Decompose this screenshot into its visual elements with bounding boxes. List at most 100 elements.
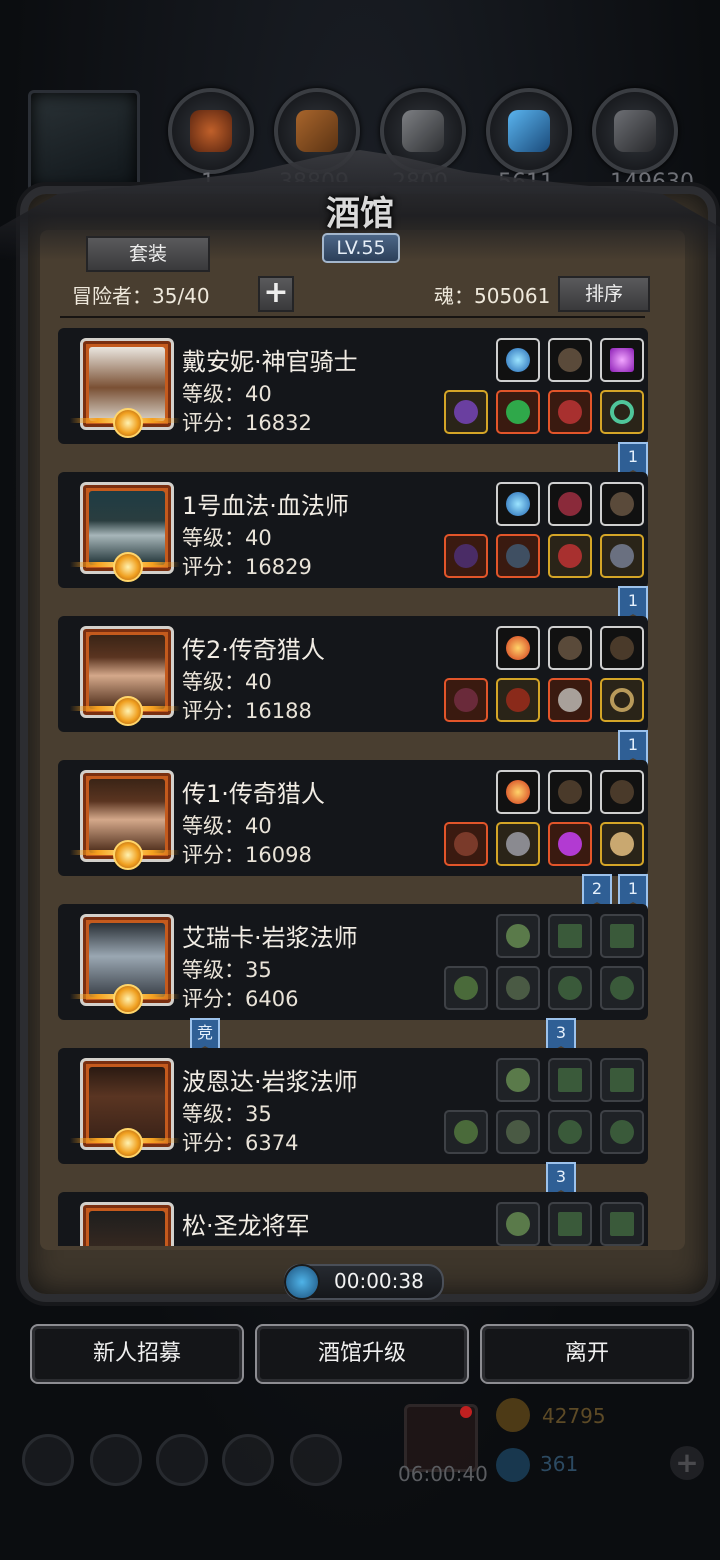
gem-icon[interactable] [600,338,644,382]
gold-amount: 42795 [542,1404,606,1428]
hero-level: 等级：40 [182,814,272,838]
crossbow-icon[interactable] [444,678,488,722]
empty-weapon-slot-icon[interactable] [444,1110,488,1154]
hero-level: 等级：35 [182,1102,272,1126]
hero-score: 评分：16188 [182,699,312,723]
sword-icon[interactable] [600,822,644,866]
hero-level: 等级：35 [182,958,272,982]
helmet-icon[interactable] [548,678,592,722]
empty-boots-slot-icon[interactable] [600,1058,644,1102]
upgrade-tavern-button[interactable]: 酒馆升级 [255,1324,469,1384]
helmet-icon[interactable] [548,822,592,866]
add-currency-button[interactable]: + [670,1446,704,1480]
empty-boots-slot-icon[interactable] [548,1058,592,1102]
hero-name: 艾瑞卡·岩浆法师 [182,924,358,952]
orb-icon[interactable] [496,482,540,526]
robe-icon[interactable] [496,534,540,578]
hero-level: 等级：40 [182,526,272,550]
hero-name: 戴安妮·神官骑士 [182,348,358,376]
mail-icon[interactable] [222,1434,274,1486]
empty-amulet-slot-icon[interactable] [496,1202,540,1246]
empty-ring-slot-icon[interactable] [600,1110,644,1154]
gem-currency-icon [496,1448,530,1482]
staff-icon[interactable] [444,534,488,578]
star-crest-icon [70,980,180,1018]
empty-armor-slot-icon[interactable] [496,1110,540,1154]
handshake-icon[interactable] [290,1434,342,1486]
boots-icon[interactable] [600,626,644,670]
staff-icon[interactable] [444,390,488,434]
sword-icon[interactable] [600,534,644,578]
player-avatar[interactable] [28,90,140,192]
empty-armor-slot-icon[interactable] [496,966,540,1010]
leave-button[interactable]: 离开 [480,1324,694,1384]
boots-icon[interactable] [548,770,592,814]
gold-icon [496,1398,530,1432]
empty-boots-slot-icon[interactable] [600,914,644,958]
hero-card[interactable]: 波恩达·岩浆法师 等级：35 评分：6374 [58,1048,648,1164]
empty-weapon-slot-icon[interactable] [444,966,488,1010]
star-crest-icon [70,404,180,442]
empty-amulet-slot-icon[interactable] [496,914,540,958]
orb-icon[interactable] [496,338,540,382]
empty-ring-slot-icon[interactable] [548,966,592,1010]
recruit-button[interactable]: 新人招募 [30,1324,244,1384]
gem-amount: 361 [540,1452,579,1476]
clock-icon [284,1264,320,1300]
hero-level: 等级：40 [182,382,272,406]
achievement-icon[interactable] [90,1434,142,1486]
empty-boots-slot-icon[interactable] [548,914,592,958]
iron-icon[interactable] [592,88,678,174]
empty-amulet-slot-icon[interactable] [496,1058,540,1102]
pouch-icon[interactable] [548,482,592,526]
glove-icon[interactable] [548,338,592,382]
star-crest-icon [70,548,180,586]
panel-title: 酒馆 [326,194,394,234]
hero-card[interactable]: 传1·传奇猎人 等级：40 评分：16098 [58,760,648,876]
hero-card[interactable]: 艾瑞卡·岩浆法师 等级：35 评分：6406 [58,904,648,1020]
hero-card[interactable]: 戴安妮·神官骑士 等级：40 评分：16832 [58,328,648,444]
rifle-icon[interactable] [444,822,488,866]
add-adventurer-button[interactable]: + [258,276,294,312]
hero-portrait [80,1202,174,1246]
armor-icon[interactable] [496,678,540,722]
gift-timer: 06:00:40 [398,1462,488,1486]
tavern-level-badge: LV.55 [322,233,400,263]
star-crest-icon [70,1124,180,1162]
soul-count: 魂：505061 [434,284,551,308]
fire-icon[interactable] [496,626,540,670]
boots-icon[interactable] [600,770,644,814]
empty-boots-slot-icon[interactable] [548,1202,592,1246]
glove-icon[interactable] [548,626,592,670]
meat-icon[interactable] [168,88,254,174]
hero-name: 1号血法·血法师 [182,492,349,520]
sort-button[interactable]: 排序 [558,276,650,312]
hat-icon[interactable] [548,534,592,578]
armor-icon[interactable] [496,390,540,434]
hero-name: 波恩达·岩浆法师 [182,1068,358,1096]
hero-score: 评分：16832 [182,411,312,435]
armor-icon[interactable] [496,822,540,866]
helmet-icon[interactable] [548,390,592,434]
fire-icon[interactable] [496,770,540,814]
empty-ring-slot-icon[interactable] [600,966,644,1010]
hero-level: 等级：40 [182,670,272,694]
empty-boots-slot-icon[interactable] [600,1202,644,1246]
refresh-timer: 00:00:38 [284,1264,444,1300]
glove-icon[interactable] [600,482,644,526]
hero-card[interactable]: 1号血法·血法师 等级：40 评分：16829 [58,472,648,588]
ring-icon[interactable] [600,390,644,434]
star-crest-icon [70,692,180,730]
hero-card[interactable]: 松·圣龙将军 [58,1192,648,1246]
notification-dot [460,1406,472,1418]
set-button[interactable]: 套装 [86,236,210,272]
crystal-icon[interactable] [486,88,572,174]
hero-card[interactable]: 传2·传奇猎人 等级：40 评分：16188 [58,616,648,732]
hero-name: 传1·传奇猎人 [182,780,325,808]
settings-icon[interactable] [22,1434,74,1486]
codex-icon[interactable] [156,1434,208,1486]
empty-ring-slot-icon[interactable] [548,1110,592,1154]
ring-icon[interactable] [600,678,644,722]
hero-score: 评分：6406 [182,987,299,1011]
header-divider [60,316,645,318]
